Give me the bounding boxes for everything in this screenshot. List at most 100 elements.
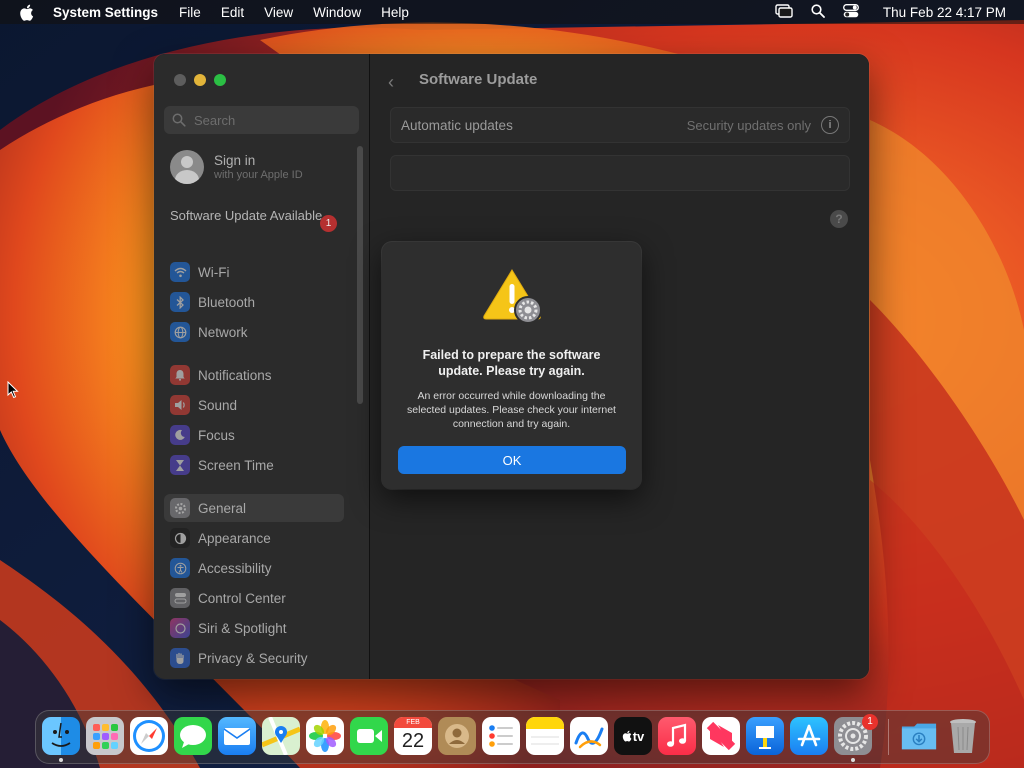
minimize-button[interactable] [194, 74, 206, 86]
sidebar-item-label: Notifications [198, 367, 272, 383]
mouse-cursor-icon [7, 381, 19, 399]
sidebar-item-label: Screen Time [198, 457, 274, 473]
sidebar: Sign in with your Apple ID Software Upda… [154, 54, 370, 679]
error-alert-dialog: Failed to prepare the software update. P… [382, 242, 641, 489]
dock-mail[interactable] [218, 717, 256, 755]
sidebar-item-screen-time[interactable]: Screen Time [164, 451, 344, 479]
dock-keynote[interactable] [746, 717, 784, 755]
menu-edit[interactable]: Edit [221, 5, 244, 20]
trash-icon [950, 719, 976, 753]
facetime-icon [357, 729, 382, 743]
calendar-day: 22 [401, 730, 425, 752]
dock-finder[interactable] [42, 717, 80, 755]
photos-icon [309, 720, 341, 752]
dock-downloads[interactable] [900, 717, 938, 755]
wifi-icon [170, 262, 190, 282]
dock-safari[interactable] [130, 717, 168, 755]
search-icon [172, 113, 186, 127]
accessibility-icon [170, 558, 190, 578]
apple-id-signin[interactable]: Sign in with your Apple ID [170, 150, 303, 184]
dock-calendar[interactable]: FEB 22 [394, 717, 432, 755]
search-input[interactable] [192, 111, 356, 129]
menu-clock[interactable]: Thu Feb 22 4:17 PM [883, 5, 1006, 20]
app-store-icon [797, 724, 821, 747]
dock: FEB 22 tv 1 [35, 710, 990, 764]
reminders-icon [489, 725, 513, 747]
ok-button[interactable]: OK [398, 446, 626, 474]
dock-maps[interactable] [262, 717, 300, 755]
sidebar-scrollbar[interactable] [357, 146, 363, 404]
signin-title: Sign in [214, 153, 256, 168]
settings-badge: 1 [862, 714, 878, 730]
menu-window[interactable]: Window [313, 5, 361, 20]
update-status-row [390, 155, 850, 191]
sidebar-item-label: Bluetooth [198, 294, 256, 310]
dock-music[interactable] [658, 717, 696, 755]
network-globe-icon [170, 322, 190, 342]
back-chevron-icon[interactable]: ‹ [388, 72, 394, 93]
news-icon [706, 721, 736, 751]
spotlight-search-icon[interactable] [811, 3, 825, 21]
menu-view[interactable]: View [264, 5, 293, 20]
menu-bar: System Settings File Edit View Window He… [0, 0, 1024, 24]
dock-trash[interactable] [944, 717, 982, 755]
sidebar-item-bluetooth[interactable]: Bluetooth [164, 288, 344, 316]
moon-icon [170, 425, 190, 445]
sidebar-item-focus[interactable]: Focus [164, 421, 344, 449]
close-button[interactable] [174, 74, 186, 86]
software-update-available-link[interactable]: Software Update Available [170, 208, 345, 224]
automatic-updates-value: Security updates only [686, 117, 811, 133]
sidebar-item-privacy-security[interactable]: Privacy & Security [164, 644, 344, 672]
bluetooth-icon [170, 292, 190, 312]
menu-app-name[interactable]: System Settings [53, 5, 158, 20]
sidebar-item-accessibility[interactable]: Accessibility [164, 554, 344, 582]
gear-icon [170, 498, 190, 518]
alert-title: Failed to prepare the software update. P… [422, 348, 601, 378]
search-field[interactable] [164, 106, 359, 134]
sidebar-item-network[interactable]: Network [164, 318, 344, 346]
dock-news[interactable] [702, 717, 740, 755]
tv-icon: tv [622, 729, 644, 744]
sidebar-item-wifi[interactable]: Wi-Fi [164, 258, 344, 286]
sidebar-item-notifications[interactable]: Notifications [164, 361, 344, 389]
help-icon[interactable]: ? [830, 210, 848, 228]
sidebar-item-label: Accessibility [198, 560, 272, 576]
apple-menu-icon[interactable] [19, 3, 37, 21]
sidebar-item-label: General [198, 500, 247, 516]
update-count-badge: 1 [320, 215, 337, 232]
dock-facetime[interactable] [350, 717, 388, 755]
control-center-icon[interactable] [842, 3, 859, 21]
dock-photos[interactable] [306, 717, 344, 755]
dock-contacts[interactable] [438, 717, 476, 755]
dock-messages[interactable] [174, 717, 212, 755]
dock-reminders[interactable] [482, 717, 520, 755]
sidebar-item-label: Network [198, 324, 248, 340]
downloads-folder-icon [901, 723, 937, 750]
dock-tv[interactable]: tv [614, 717, 652, 755]
menu-file[interactable]: File [179, 5, 201, 20]
finder-icon [51, 722, 71, 747]
screen-mirroring-icon[interactable] [775, 3, 793, 21]
menu-help[interactable]: Help [381, 5, 409, 20]
sidebar-item-general[interactable]: General [164, 494, 344, 522]
freeform-icon [574, 727, 604, 749]
automatic-updates-label: Automatic updates [401, 117, 513, 133]
zoom-button[interactable] [214, 74, 226, 86]
sidebar-item-siri-spotlight[interactable]: Siri & Spotlight [164, 614, 344, 642]
info-icon[interactable]: i [821, 116, 839, 134]
calendar-icon: FEB 22 [394, 717, 432, 755]
sidebar-item-sound[interactable]: Sound [164, 391, 344, 419]
sidebar-item-control-center[interactable]: Control Center [164, 584, 344, 612]
hourglass-icon [170, 455, 190, 475]
dock-launchpad[interactable] [86, 717, 124, 755]
dock-separator [888, 719, 889, 755]
bell-icon [170, 365, 190, 385]
warning-icon [483, 269, 542, 324]
dock-freeform[interactable] [570, 717, 608, 755]
automatic-updates-row: Automatic updates Security updates only … [390, 107, 850, 143]
dock-app-store[interactable] [790, 717, 828, 755]
appearance-icon [170, 528, 190, 548]
dock-notes[interactable] [526, 717, 564, 755]
sidebar-item-appearance[interactable]: Appearance [164, 524, 344, 552]
sidebar-item-label: Sound [198, 397, 238, 413]
